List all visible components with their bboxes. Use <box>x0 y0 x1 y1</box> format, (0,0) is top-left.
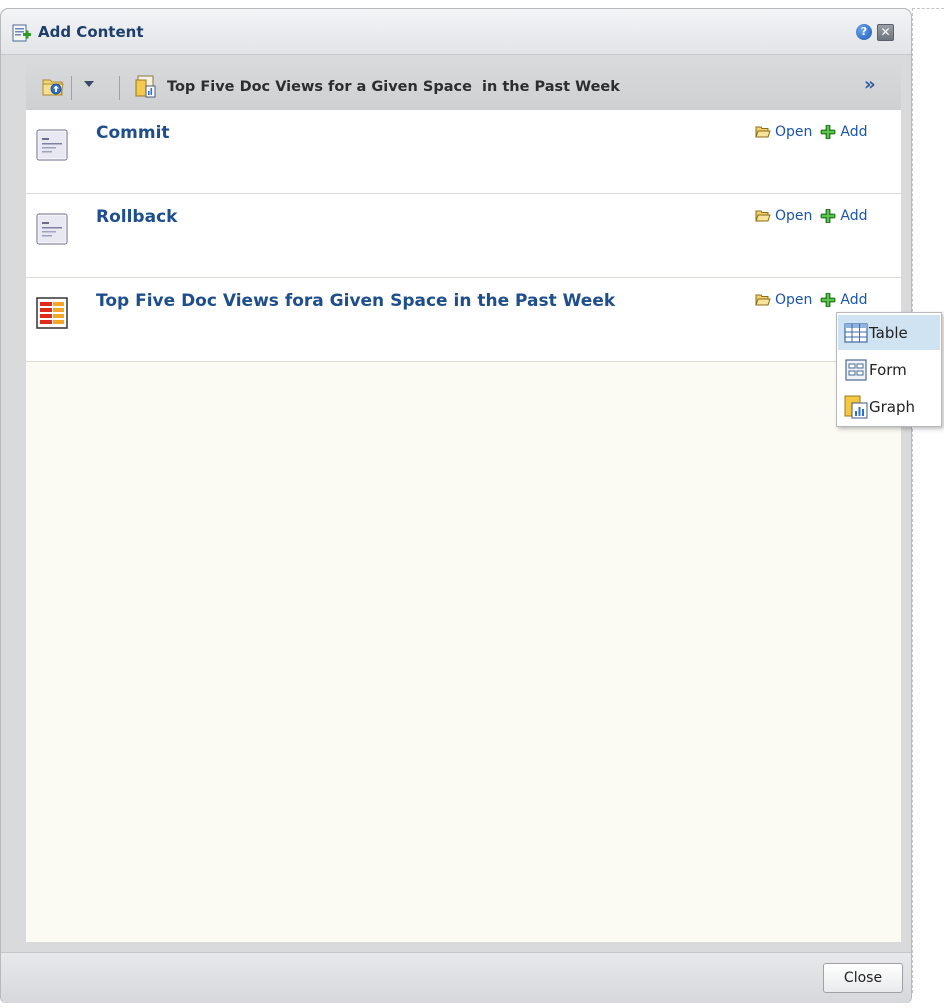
dialog-title: Add Content <box>38 23 144 41</box>
report-bars-icon <box>36 297 68 329</box>
table-icon <box>844 322 868 343</box>
toolbar-separator <box>119 76 120 100</box>
add-content-dialog: Add Content ? ✕ Top Five Doc Views for a… <box>0 8 912 1003</box>
content-list: Commit Open Add Rollback Open Add Top Fi… <box>26 110 901 942</box>
folder-open-icon[interactable] <box>755 125 771 139</box>
item-actions: Open Add <box>755 292 868 308</box>
add-link[interactable]: Add <box>840 124 867 140</box>
chevron-down-icon[interactable] <box>84 81 94 87</box>
open-link[interactable]: Open <box>775 124 812 140</box>
dashed-frame-side <box>912 8 913 993</box>
add-icon[interactable] <box>820 293 836 307</box>
folder-open-icon[interactable] <box>755 209 771 223</box>
dashed-frame-top <box>912 8 944 9</box>
menu-item-form[interactable]: Form <box>838 352 940 387</box>
help-icon[interactable]: ? <box>856 24 872 40</box>
menu-item-label: Graph <box>869 397 916 416</box>
list-item: Rollback Open Add <box>26 194 901 278</box>
folder-open-icon[interactable] <box>755 293 771 307</box>
menu-item-table[interactable]: Table <box>838 315 940 350</box>
close-button[interactable]: Close <box>823 963 903 993</box>
add-link[interactable]: Add <box>840 292 867 308</box>
item-title[interactable]: Rollback <box>96 207 177 227</box>
more-button[interactable]: » <box>864 74 876 95</box>
page: Add Content ? ✕ Top Five Doc Views for a… <box>0 0 944 1008</box>
list-item: Top Five Doc Views fora Given Space in t… <box>26 278 901 362</box>
list-item: Commit Open Add <box>26 110 901 194</box>
report-icon <box>135 75 156 98</box>
add-link[interactable]: Add <box>840 208 867 224</box>
add-icon[interactable] <box>820 209 836 223</box>
toolbar-separator <box>71 76 72 100</box>
task-flow-icon <box>36 213 68 245</box>
menu-item-label: Form <box>869 360 907 379</box>
dialog-footer: Close <box>1 952 911 1003</box>
open-link[interactable]: Open <box>775 292 812 308</box>
add-icon[interactable] <box>820 125 836 139</box>
form-icon <box>845 358 867 381</box>
close-icon[interactable]: ✕ <box>877 24 894 41</box>
task-flow-icon <box>36 129 68 161</box>
add-content-icon <box>12 24 31 42</box>
menu-item-graph[interactable]: Graph <box>838 389 940 424</box>
breadcrumb-title: Top Five Doc Views for a Given Space in … <box>167 79 620 95</box>
menu-item-label: Table <box>869 323 908 342</box>
item-actions: Open Add <box>755 208 868 224</box>
item-title[interactable]: Top Five Doc Views fora Given Space in t… <box>96 291 615 311</box>
navigation-toolbar: Top Five Doc Views for a Given Space in … <box>26 64 901 110</box>
item-actions: Open Add <box>755 124 868 140</box>
dialog-titlebar: Add Content ? ✕ <box>1 9 911 55</box>
graph-icon <box>844 395 868 418</box>
add-menu: Table Form Graph <box>836 312 942 427</box>
item-title[interactable]: Commit <box>96 123 170 143</box>
open-link[interactable]: Open <box>775 208 812 224</box>
folder-up-icon[interactable] <box>42 76 66 98</box>
